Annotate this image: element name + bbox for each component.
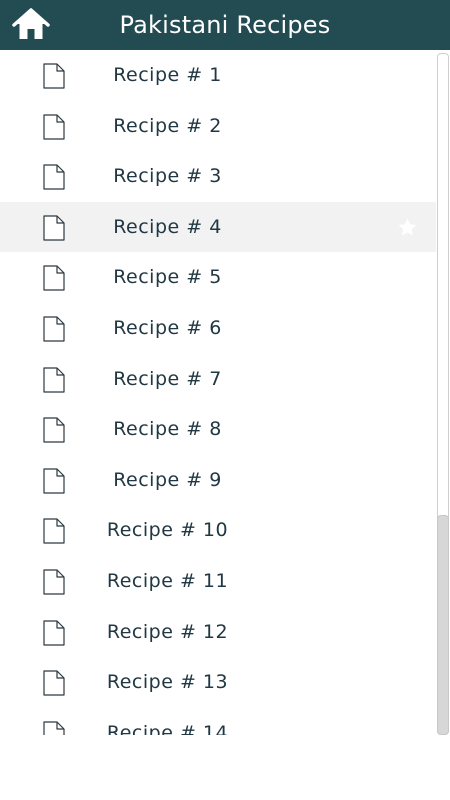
recipe-row-1[interactable]: Recipe # 1 xyxy=(0,50,436,101)
recipe-label: Recipe # 13 xyxy=(106,671,229,694)
recipe-row-14[interactable]: Recipe # 14 xyxy=(0,708,436,735)
recipe-list[interactable]: Recipe # 1 Recipe # 2 Recipe # 3 Recipe … xyxy=(0,50,436,735)
document-icon xyxy=(43,63,65,89)
document-icon xyxy=(43,215,65,241)
home-button[interactable] xyxy=(12,8,50,42)
recipe-label: Recipe # 10 xyxy=(106,519,229,542)
document-icon xyxy=(43,619,65,646)
recipe-label: Recipe # 2 xyxy=(113,114,222,137)
recipe-row-3[interactable]: Recipe # 3 xyxy=(0,151,436,202)
recipe-row-13[interactable]: Recipe # 13 xyxy=(0,657,436,708)
star-icon[interactable] xyxy=(397,217,418,238)
recipe-row-11[interactable]: Recipe # 11 xyxy=(0,556,436,607)
document-icon xyxy=(43,569,65,595)
recipe-row-5[interactable]: Recipe # 5 xyxy=(0,252,436,303)
document-icon xyxy=(43,265,65,291)
scrollbar[interactable] xyxy=(436,50,450,735)
recipe-row-4[interactable]: Recipe # 4 xyxy=(0,201,436,253)
document-icon xyxy=(43,518,65,544)
home-icon xyxy=(12,8,50,39)
document-icon xyxy=(43,468,65,494)
document-icon xyxy=(43,316,65,342)
document-icon xyxy=(43,366,65,393)
document-icon xyxy=(43,670,65,696)
scrollbar-thumb[interactable] xyxy=(437,515,449,735)
recipe-label: Recipe # 5 xyxy=(113,266,222,289)
recipe-label: Recipe # 11 xyxy=(106,569,229,592)
recipe-row-10[interactable]: Recipe # 10 xyxy=(0,505,436,556)
recipe-label: Recipe # 14 xyxy=(106,721,229,735)
document-icon xyxy=(43,721,65,735)
page-title: Pakistani Recipes xyxy=(119,11,331,39)
document-icon xyxy=(43,113,65,140)
recipe-label: Recipe # 6 xyxy=(113,316,222,339)
recipe-label: Recipe # 4 xyxy=(113,215,222,238)
app-window: Pakistani Recipes Recipe # 1 Recipe # 2 … xyxy=(0,0,450,800)
recipe-label: Recipe # 1 xyxy=(113,64,222,86)
document-icon xyxy=(43,164,65,190)
app-header: Pakistani Recipes xyxy=(0,0,450,50)
recipe-row-9[interactable]: Recipe # 9 xyxy=(0,455,436,506)
document-icon xyxy=(43,417,65,443)
recipe-label: Recipe # 7 xyxy=(113,367,222,390)
recipe-row-12[interactable]: Recipe # 12 xyxy=(0,607,436,658)
recipe-row-7[interactable]: Recipe # 7 xyxy=(0,354,436,405)
recipe-label: Recipe # 8 xyxy=(113,418,222,441)
recipe-label: Recipe # 12 xyxy=(106,620,229,643)
recipe-row-2[interactable]: Recipe # 2 xyxy=(0,101,436,152)
recipe-label: Recipe # 9 xyxy=(113,468,222,491)
recipe-row-6[interactable]: Recipe # 6 xyxy=(0,303,436,354)
recipe-row-8[interactable]: Recipe # 8 xyxy=(0,404,436,455)
recipe-label: Recipe # 3 xyxy=(113,165,222,188)
